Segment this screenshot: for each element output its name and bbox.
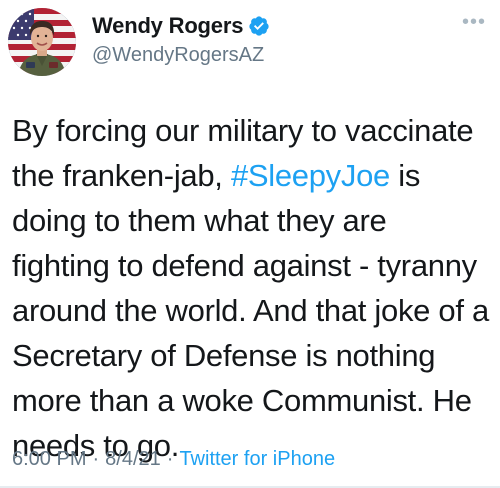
- ellipsis-icon[interactable]: •••: [462, 12, 486, 32]
- tweet-text: By forcing our military to vaccinate the…: [12, 108, 492, 468]
- tweet-time[interactable]: 6:00 PM: [12, 448, 86, 471]
- author-handle[interactable]: @WendyRogersAZ: [92, 44, 264, 67]
- tweet-source-link[interactable]: Twitter for iPhone: [179, 448, 335, 471]
- author-name-row: Wendy Rogers: [92, 12, 270, 40]
- author-avatar[interactable]: [8, 8, 76, 76]
- meta-separator: ·: [92, 448, 100, 470]
- meta-separator: ·: [166, 448, 174, 470]
- tweet-text-part-2: is doing to them what they are fighting …: [12, 158, 489, 463]
- tweet-date[interactable]: 8/4/21: [105, 448, 161, 471]
- avatar-photo-icon: [8, 8, 76, 76]
- author-display-name[interactable]: Wendy Rogers: [92, 13, 243, 39]
- verified-badge-icon: [248, 15, 270, 37]
- tweet-card: Wendy Rogers @WendyRogersAZ ••• By forci…: [0, 0, 500, 488]
- hashtag-link[interactable]: #SleepyJoe: [231, 158, 390, 193]
- tweet-meta: 6:00 PM · 8/4/21 · Twitter for iPhone: [12, 448, 335, 471]
